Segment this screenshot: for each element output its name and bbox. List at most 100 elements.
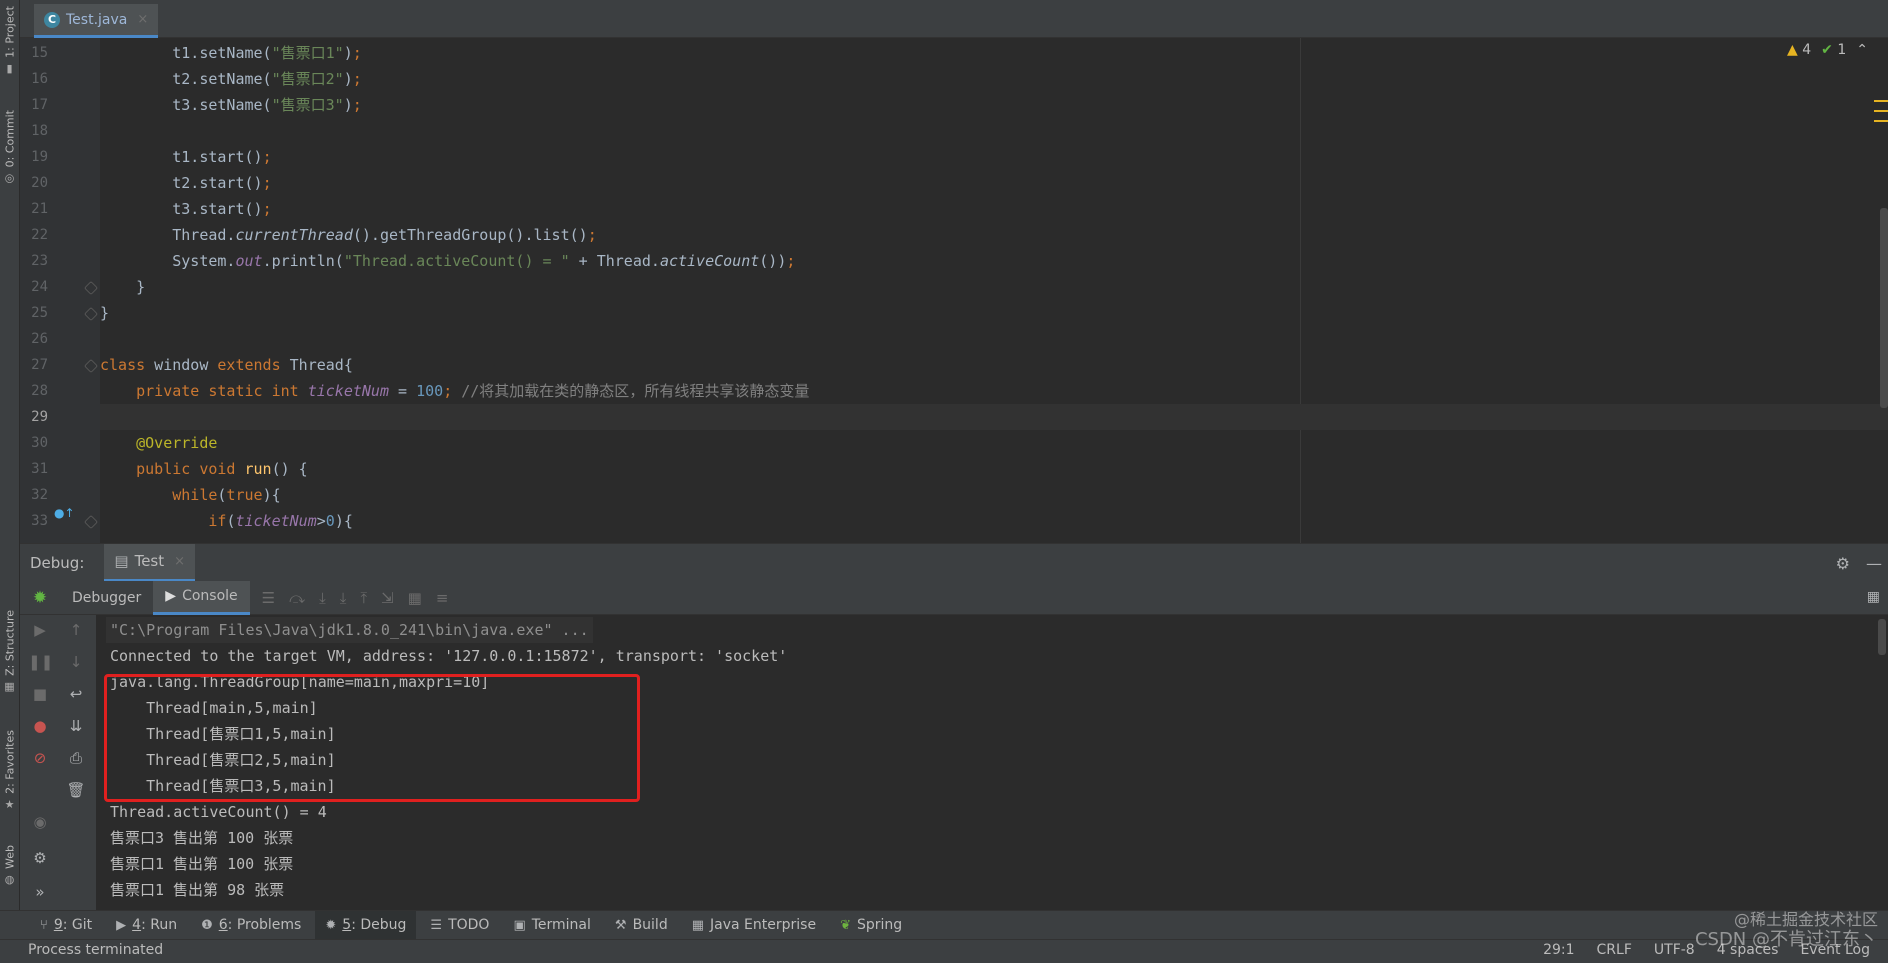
line-number: 17 <box>31 97 48 113</box>
fold-marker-icon[interactable] <box>83 514 99 530</box>
tool-problems[interactable]: ❶ 6: Problems <box>191 911 311 940</box>
line-number: 27 <box>31 357 48 373</box>
console-line: 售票口3 售出第 100 张票 <box>110 829 294 847</box>
gear-icon[interactable]: ⚙ <box>1836 554 1850 573</box>
code-editor[interactable]: 15 16 17 18 19 20 21 22 23 24 25 26 27 2… <box>20 38 1888 543</box>
line-number: 26 <box>31 331 48 347</box>
fold-marker-icon[interactable] <box>83 280 99 296</box>
console-icon: ▶ <box>165 588 177 604</box>
run-to-cursor-icon[interactable]: ⇲ <box>381 589 394 607</box>
file-encoding[interactable]: UTF-8 <box>1654 942 1695 958</box>
tool-run[interactable]: ▶ 4: Run <box>106 911 187 940</box>
console-line: 售票口1 售出第 100 张票 <box>110 855 294 873</box>
code-line: private static int ticketNum = 100; //将其… <box>136 382 810 400</box>
minimize-icon[interactable]: — <box>1866 554 1882 573</box>
fold-marker-icon[interactable] <box>83 358 99 374</box>
tab-test-java[interactable]: C Test.java × <box>34 4 159 38</box>
watermark: @稀土掘金技术社区 CSDN @不肯过江东丶 <box>1694 910 1878 950</box>
code-line: t3.setName("售票口3"); <box>100 96 362 114</box>
tool-debug[interactable]: ✹ 5: Debug <box>315 910 417 940</box>
spring-icon: ❦ <box>840 917 851 933</box>
camera-icon[interactable]: ◉ <box>28 813 52 831</box>
tool-window-bar: ⑂ 9: Git ▶ 4: Run ❶ 6: Problems ✹ 5: Debug ☰… <box>0 910 1888 940</box>
scroll-to-end-icon[interactable]: ⇊ <box>64 717 88 735</box>
chevron-up-icon[interactable]: ⌃ <box>1856 42 1868 58</box>
problems-icon: ❶ <box>201 917 213 933</box>
pause-icon[interactable]: ❚❚ <box>28 653 53 671</box>
caret-position[interactable]: 29:1 <box>1543 942 1574 958</box>
settings-icon[interactable]: ⚙ <box>28 849 52 867</box>
resume-icon[interactable]: ▶ <box>28 621 52 639</box>
console-line: "C:\Program Files\Java\jdk1.8.0_241\bin\… <box>106 617 593 643</box>
step-into-icon[interactable]: ⤓ <box>319 589 326 607</box>
check-icon: ✔ <box>1821 42 1833 58</box>
run-icon: ▶ <box>116 917 127 933</box>
code-line: @Override <box>136 434 218 452</box>
close-icon[interactable]: × <box>174 554 185 569</box>
status-message[interactable]: Process terminated <box>28 942 163 958</box>
tab-run-config-test[interactable]: ▤ Test × <box>104 543 196 582</box>
more-icon[interactable]: » <box>28 883 52 901</box>
line-separator[interactable]: CRLF <box>1597 942 1632 958</box>
arrow-up-icon[interactable]: ↑ <box>64 621 88 639</box>
line-number: 19 <box>31 149 48 165</box>
fold-marker-icon[interactable] <box>83 306 99 322</box>
bug-icon: ✹ <box>32 587 48 608</box>
code-line: Thread.currentThread().getThreadGroup().… <box>100 226 597 244</box>
trash-icon[interactable]: 🗑 <box>64 781 88 799</box>
tool-todo[interactable]: ☰ TODO <box>420 911 499 940</box>
structure-tool-tab[interactable]: ▦ Z: Structure <box>2 610 18 693</box>
warning-stripe[interactable] <box>1874 100 1888 102</box>
web-tool-tab[interactable]: ◍ Web <box>2 845 18 886</box>
tool-spring[interactable]: ❦ Spring <box>830 911 912 940</box>
run-config-icon: ▤ <box>114 552 129 570</box>
warning-stripe[interactable] <box>1874 120 1888 122</box>
build-icon: ⚒ <box>614 917 627 933</box>
layout-icon[interactable]: ▦ <box>1867 589 1880 605</box>
print-icon[interactable]: ⎙ <box>64 749 88 767</box>
warning-stripe[interactable] <box>1874 110 1888 112</box>
project-tool-tab[interactable]: ▮ 1: Project <box>2 6 18 75</box>
favorites-tool-tab[interactable]: ★ 2: Favorites <box>2 730 18 811</box>
todo-icon: ☰ <box>430 917 443 933</box>
trace-icon[interactable]: ≡ <box>436 589 449 607</box>
force-step-into-icon[interactable]: ⤓ <box>340 589 347 607</box>
line-number: 31 <box>31 461 48 477</box>
debug-header: Debug: ▤ Test × ⚙ — <box>20 543 1888 582</box>
mute-breakpoints-icon[interactable]: ⊘ <box>28 749 52 767</box>
tab-debugger[interactable]: Debugger <box>60 581 153 615</box>
debug-side-toolbar: ▶ ↑ ❚❚ ↓ ■ ↩ ● ⇊ ⊘ ⎙ 🗑 ◉ ⚙ » <box>20 615 96 910</box>
console-line: 售票口1 售出第 98 张票 <box>110 881 285 899</box>
stop-icon[interactable]: ■ <box>28 685 52 703</box>
tool-git[interactable]: ⑂ 9: Git <box>30 911 102 940</box>
soft-wrap-icon[interactable]: ↩ <box>64 685 88 703</box>
editor-tab-bar: C Test.java × <box>20 0 1888 38</box>
console-scrollbar[interactable] <box>1878 619 1886 655</box>
editor-scrollbar[interactable] <box>1880 208 1888 408</box>
step-over-icon[interactable]: ⤼ <box>289 589 305 607</box>
tool-build[interactable]: ⚒ Build <box>605 911 678 940</box>
line-number: 24 <box>31 279 48 295</box>
console-output[interactable]: "C:\Program Files\Java\jdk1.8.0_241\bin\… <box>96 615 1888 910</box>
arrow-down-icon[interactable]: ↓ <box>64 653 88 671</box>
code-line: t1.start(); <box>100 148 272 166</box>
java-enterprise-icon: ▦ <box>691 917 705 933</box>
step-out-icon[interactable]: ⤒ <box>360 589 367 607</box>
structure-icon: ▦ <box>3 679 17 693</box>
inspection-widget[interactable]: ▲ 4 ✔ 1 ⌃ <box>1787 42 1868 58</box>
tool-terminal[interactable]: ▣ Terminal <box>503 911 600 940</box>
close-icon[interactable]: × <box>137 12 148 27</box>
override-marker-icon[interactable]: ●↑ <box>54 506 75 520</box>
line-number: 21 <box>31 201 48 217</box>
commit-icon: ◎ <box>3 171 17 185</box>
debug-toolbar: ✹ Debugger ▶ Console ☰ ⤼ ⤓ ⤓ ⤒ ⇲ ▦ ≡ ▦ <box>20 580 1888 615</box>
view-breakpoints-icon[interactable]: ● <box>28 717 52 735</box>
tab-console[interactable]: ▶ Console <box>153 580 250 615</box>
line-number: 25 <box>31 305 48 321</box>
menu-icon[interactable]: ☰ <box>262 589 275 607</box>
tool-java-enterprise[interactable]: ▦ Java Enterprise <box>682 911 826 940</box>
line-number: 20 <box>31 175 48 191</box>
commit-tool-tab[interactable]: ◎ 0: Commit <box>2 110 18 184</box>
globe-icon: ◍ <box>3 872 17 886</box>
evaluate-expression-icon[interactable]: ▦ <box>408 589 422 607</box>
